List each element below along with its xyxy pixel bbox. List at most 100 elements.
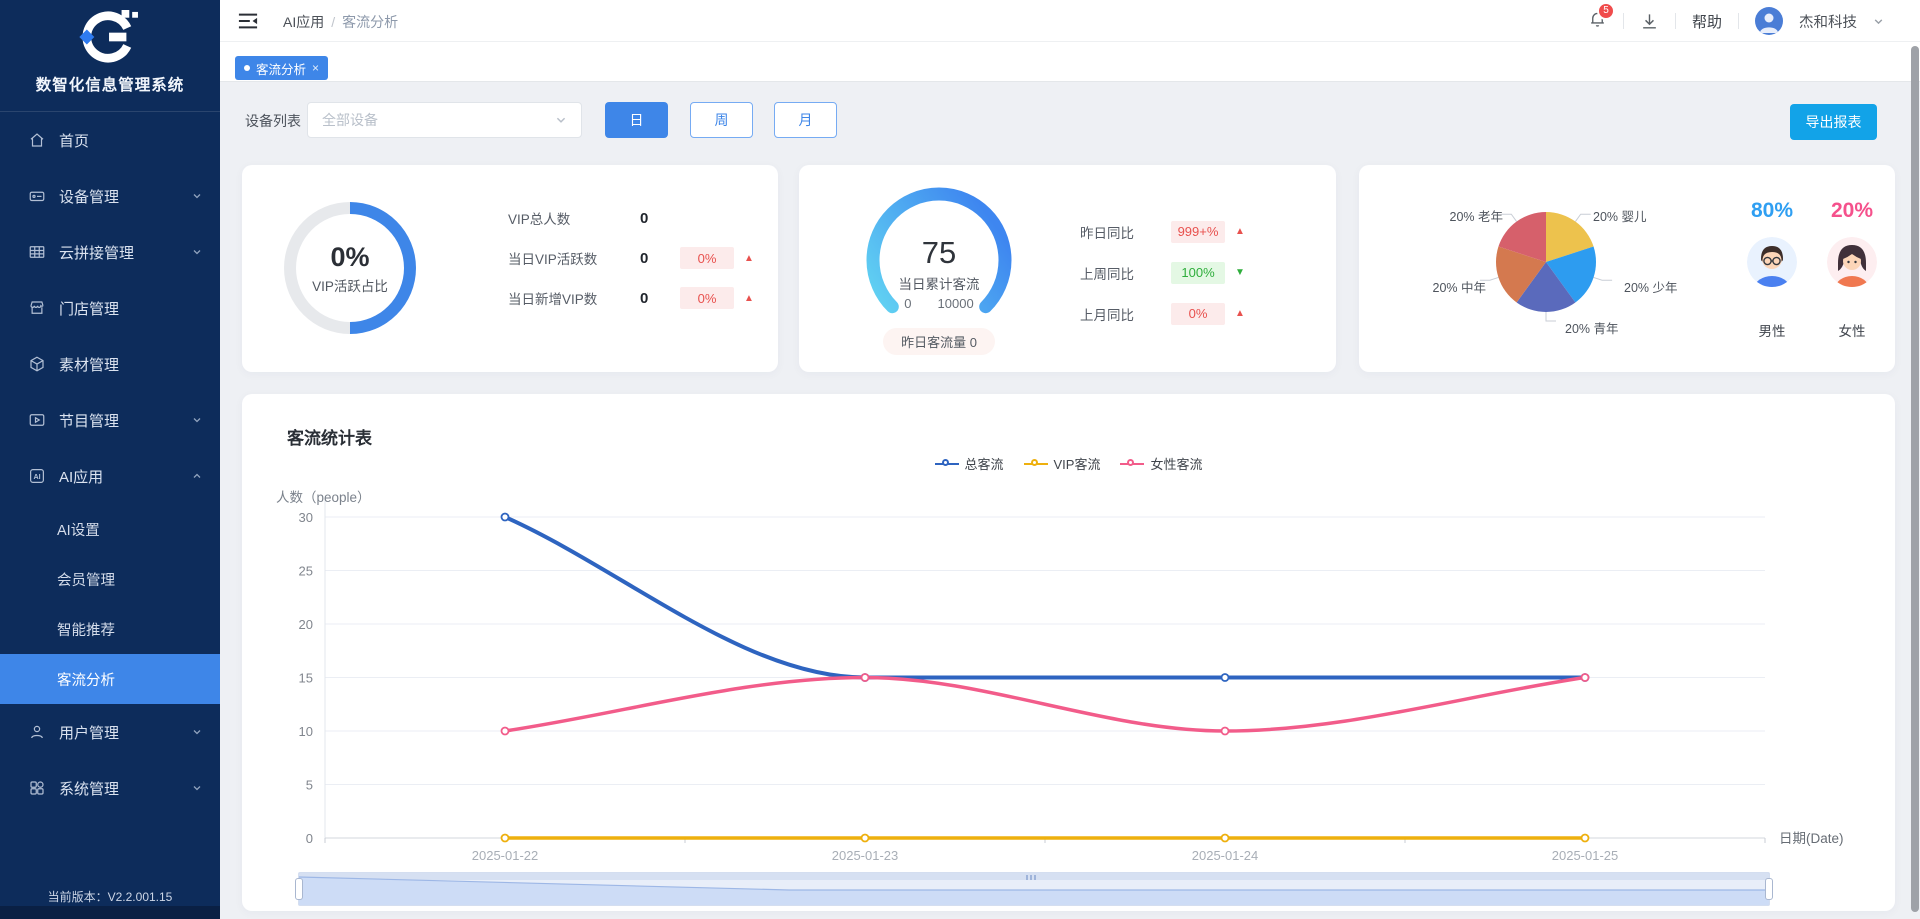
age-pie-chart [1359, 165, 1895, 372]
version-text: 当前版本：V2.2.001.15 [0, 888, 220, 905]
sidebar-item-store[interactable]: 门店管理 [0, 280, 220, 336]
vip-active-percent: 0% [330, 242, 369, 273]
logo-block: 数智化信息管理系统 [0, 0, 220, 112]
app-root: 数智化信息管理系统 首页 设备管理 云拼接管理 门店管理 素材管理 节目管理 [0, 0, 1920, 919]
trend-badge: 0% [680, 247, 734, 269]
submenu-item-smart-recommend[interactable]: 智能推荐 [0, 604, 220, 654]
x-tick-label: 2025-01-25 [1552, 848, 1619, 863]
pie-label-elderly: 20% 老年 [1435, 206, 1503, 225]
sidebar-item-program[interactable]: 节目管理 [0, 392, 220, 448]
series-line [505, 517, 1585, 678]
tab-traffic-analysis[interactable]: 客流分析 × [235, 56, 328, 80]
divider [1623, 13, 1624, 29]
device-select[interactable]: 全部设备 [307, 102, 582, 138]
slider-handle-right[interactable] [1765, 878, 1773, 900]
device-list-label: 设备列表 [245, 111, 301, 131]
pie-label-infant: 20% 婴儿 [1593, 206, 1647, 225]
submenu-item-traffic-analysis[interactable]: 客流分析 [0, 654, 220, 704]
vip-active-donut: 0% VIP活跃占比 [284, 202, 416, 334]
stat-row: 上月同比 0% ▲ [1080, 293, 1310, 334]
tab-close-icon[interactable]: × [312, 61, 319, 75]
x-tick-label: 2025-01-23 [832, 848, 899, 863]
store-icon [28, 299, 46, 317]
sidebar: 数智化信息管理系统 首页 设备管理 云拼接管理 门店管理 素材管理 节目管理 [0, 0, 220, 919]
trend-down-icon: ▼ [1235, 267, 1245, 278]
stat-row: VIP总人数 0 [508, 198, 758, 238]
submenu-item-ai-settings[interactable]: AI设置 [0, 504, 220, 554]
pie-label-teen: 20% 少年 [1624, 277, 1678, 296]
download-icon[interactable] [1640, 12, 1659, 31]
data-point [862, 674, 869, 681]
topbar-actions: 5 帮助 杰和科技 [1588, 0, 1884, 42]
x-tick-label: 2025-01-24 [1192, 848, 1259, 863]
device-icon [28, 187, 46, 205]
notification-badge: 5 [1597, 2, 1615, 20]
app-title: 数智化信息管理系统 [0, 73, 220, 95]
traffic-compare-rows: 昨日同比 999+% ▲ 上周同比 100% ▼ 上月同比 0% ▲ [1080, 211, 1310, 334]
chevron-down-icon[interactable] [1873, 16, 1884, 27]
svg-text:AI: AI [33, 473, 40, 481]
scrollbar-thumb[interactable] [1911, 46, 1919, 912]
data-point [502, 514, 509, 521]
male-percent: 80% [1732, 199, 1812, 223]
slider-handle-left[interactable] [295, 878, 303, 900]
user-icon [28, 723, 46, 741]
company-name[interactable]: 杰和科技 [1799, 11, 1857, 32]
y-tick-label: 0 [306, 831, 313, 846]
traffic-gauge-card: 75 当日累计客流 0 10000 昨日客流量 0 昨日同比 999+% ▲ 上… [799, 165, 1336, 372]
y-axis-name: 人数（people） [276, 490, 371, 505]
export-report-button[interactable]: 导出报表 [1790, 104, 1877, 140]
traffic-line-chart: 0510152025302025-01-222025-01-232025-01-… [242, 394, 1895, 911]
trend-up-icon: ▲ [1235, 226, 1245, 237]
device-select-placeholder: 全部设备 [322, 110, 555, 130]
day-button[interactable]: 日 [605, 102, 668, 138]
data-point [1222, 835, 1229, 842]
chevron-down-icon [192, 727, 202, 737]
sidebar-item-users[interactable]: 用户管理 [0, 704, 220, 760]
sidebar-item-home[interactable]: 首页 [0, 112, 220, 168]
breadcrumb: AI应用/客流分析 [283, 12, 398, 32]
pie-label-line [1575, 214, 1590, 221]
demographics-card: 20% 老年 20% 婴儿 20% 中年 20% 少年 20% 青年 80% 2… [1359, 165, 1895, 372]
breadcrumb-parent[interactable]: AI应用 [283, 14, 324, 30]
chevron-down-icon [192, 191, 202, 201]
sidebar-item-system[interactable]: 系统管理 [0, 760, 220, 816]
series-line [505, 678, 1585, 732]
data-point [1582, 835, 1589, 842]
collapse-menu-icon[interactable] [238, 12, 258, 30]
home-icon [28, 131, 46, 149]
data-point [502, 728, 509, 735]
yesterday-traffic-pill: 昨日客流量 0 [883, 328, 995, 355]
data-point [862, 835, 869, 842]
sidebar-item-cloud-splicing[interactable]: 云拼接管理 [0, 224, 220, 280]
today-traffic-value: 75 [859, 235, 1019, 271]
week-button[interactable]: 周 [690, 102, 753, 138]
notification-button[interactable]: 5 [1588, 9, 1607, 34]
vip-stats-card: 0% VIP活跃占比 VIP总人数 0 当日VIP活跃数 0 0% ▲ 当日新增… [242, 165, 778, 372]
data-point [502, 835, 509, 842]
month-button[interactable]: 月 [774, 102, 837, 138]
gauge-max: 10000 [938, 296, 974, 311]
sidebar-item-device[interactable]: 设备管理 [0, 168, 220, 224]
chevron-down-icon [192, 783, 202, 793]
y-tick-label: 5 [306, 778, 313, 793]
male-label: 男性 [1732, 320, 1812, 340]
sidebar-item-ai[interactable]: AI AI应用 [0, 448, 220, 504]
datazoom-grip[interactable] [1026, 875, 1036, 880]
female-label: 女性 [1812, 320, 1892, 340]
female-avatar [1827, 237, 1877, 287]
chevron-up-icon [192, 471, 202, 481]
y-tick-label: 20 [299, 617, 313, 632]
datazoom-slider[interactable] [298, 872, 1770, 906]
submenu-item-members[interactable]: 会员管理 [0, 554, 220, 604]
sidebar-item-material[interactable]: 素材管理 [0, 336, 220, 392]
y-tick-label: 10 [299, 724, 313, 739]
x-axis-name: 日期(Date) [1779, 831, 1844, 846]
cube-icon [28, 355, 46, 373]
vip-active-percent-label: VIP活跃占比 [312, 275, 388, 295]
trend-badge: 999+% [1171, 221, 1225, 243]
today-traffic-label: 当日累计客流 [859, 273, 1019, 293]
user-avatar[interactable] [1755, 7, 1783, 35]
tab-active-dot [244, 65, 250, 71]
help-link[interactable]: 帮助 [1692, 11, 1722, 32]
